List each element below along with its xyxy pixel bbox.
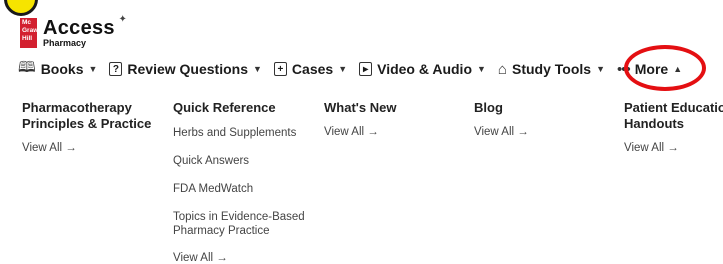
logo-line: Graw (22, 27, 39, 34)
caret-down-icon: ▼ (338, 64, 348, 74)
graduation-cap-icon: ⌂ (497, 60, 507, 78)
column-heading[interactable]: Patient Educatio Handouts (624, 100, 723, 132)
nav-item-label: Video & Audio (377, 61, 472, 77)
book-icon: 🕮 (18, 58, 36, 76)
nav-item-label: Study Tools (511, 61, 592, 77)
brand-subtitle: Pharmacy (43, 38, 87, 48)
arrow-right-icon: → (367, 126, 379, 138)
arrow-right-icon: → (216, 252, 228, 264)
caret-down-icon: ▼ (88, 64, 98, 74)
view-all-label: View All (624, 142, 665, 154)
view-all-label: View All (324, 126, 365, 138)
heading-line: Principles & Practice (22, 116, 152, 131)
menu-link[interactable]: Quick Answers (173, 154, 313, 168)
view-all-link[interactable]: View All → (474, 126, 529, 138)
nav-item-label: Review Questions (127, 61, 248, 77)
view-all-label: View All (474, 126, 515, 138)
nav-item-label: More (634, 61, 669, 77)
menu-column-whats-new: What's New View All → (324, 100, 396, 138)
play-box-icon: ▸ (359, 62, 373, 76)
nav-item-label: Books (40, 61, 84, 77)
clipboard-plus-icon: + (273, 62, 287, 76)
heading-line: Patient Educatio (624, 100, 723, 115)
nav-item-books[interactable]: 🕮 Books ▼ (18, 57, 97, 82)
menu-column-quick-reference: Quick Reference Herbs and Supplements Qu… (173, 100, 313, 264)
heading-line: Handouts (624, 116, 684, 131)
view-all-link[interactable]: View All → (173, 252, 313, 264)
view-all-link[interactable]: View All → (22, 142, 151, 154)
caret-up-icon: ▲ (673, 64, 683, 74)
mcgraw-hill-logo: Mc Graw Hill (20, 18, 39, 48)
sparkle-icon: ✦ (118, 14, 127, 25)
brand-title: Access (43, 17, 115, 39)
highlight-dot (4, 0, 38, 16)
view-all-label: View All (173, 252, 214, 264)
logo-line: Mc (22, 19, 32, 26)
menu-link[interactable]: FDA MedWatch (173, 182, 313, 196)
column-heading[interactable]: What's New (324, 100, 396, 116)
nav-item-study-tools[interactable]: ⌂ Study Tools ▼ (498, 61, 605, 78)
arrow-right-icon: → (667, 142, 679, 154)
menu-column-pharmacotherapy: Pharmacotherapy Principles & Practice Vi… (22, 100, 151, 154)
column-heading[interactable]: Quick Reference (173, 100, 313, 116)
menu-column-blog: Blog View All → (474, 100, 529, 138)
menu-column-patient-education: Patient Educatio Handouts View All → (624, 100, 723, 154)
view-all-link[interactable]: View All → (324, 126, 396, 138)
column-heading[interactable]: Pharmacotherapy Principles & Practice (22, 100, 151, 132)
question-box-icon: ? (109, 62, 123, 76)
nav-item-video-audio[interactable]: ▸ Video & Audio ▼ (359, 61, 486, 77)
brand: Access Pharmacy ✦ (43, 14, 127, 48)
nav-item-cases[interactable]: + Cases ▼ (273, 61, 348, 77)
nav-item-review-questions[interactable]: ? Review Questions ▼ (109, 61, 262, 77)
logo-line: Hill (22, 35, 33, 42)
logo[interactable]: Mc Graw Hill Access Pharmacy ✦ (20, 14, 127, 48)
heading-line: Pharmacotherapy (22, 100, 132, 115)
menu-link[interactable]: Herbs and Supplements (173, 126, 313, 140)
column-heading[interactable]: Blog (474, 100, 529, 116)
ellipsis-icon: ••• (616, 60, 631, 78)
nav-item-label: Cases (291, 61, 334, 77)
menu-link[interactable]: Topics in Evidence-Based Pharmacy Practi… (173, 210, 313, 238)
arrow-right-icon: → (517, 126, 529, 138)
caret-down-icon: ▼ (253, 64, 262, 74)
main-nav: 🕮 Books ▼ ? Review Questions ▼ + Cases ▼… (18, 56, 682, 82)
arrow-right-icon: → (65, 142, 77, 154)
view-all-label: View All (22, 142, 63, 154)
caret-down-icon: ▼ (596, 64, 605, 74)
view-all-link[interactable]: View All → (624, 142, 723, 154)
nav-item-more[interactable]: ••• More ▲ (617, 61, 682, 78)
caret-down-icon: ▼ (477, 64, 486, 74)
